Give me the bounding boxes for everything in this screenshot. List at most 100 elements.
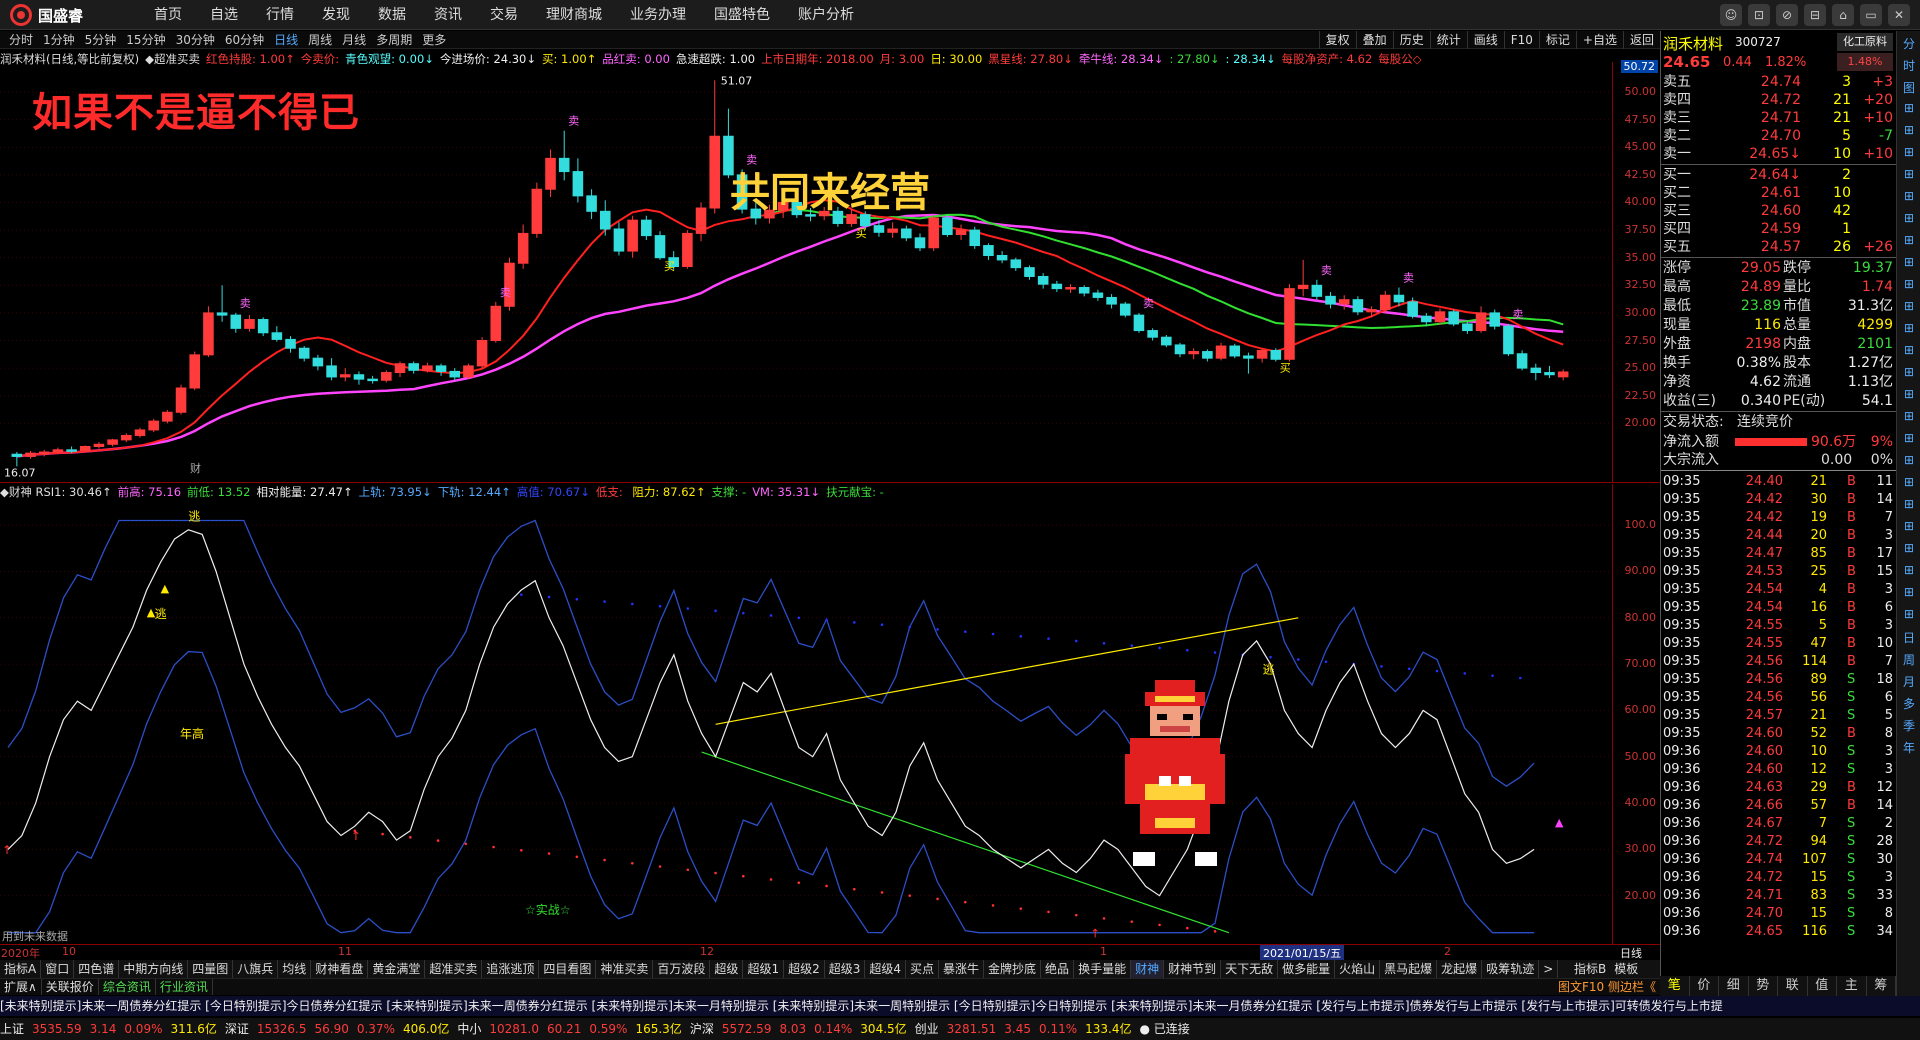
side-strip-button[interactable]: 年 — [1899, 739, 1919, 757]
indicator-tab[interactable]: 财神 — [1131, 960, 1165, 978]
period-tab[interactable]: 60分钟 — [220, 31, 269, 49]
indicator-tab[interactable]: 吸筹轨迹 — [1482, 960, 1540, 978]
window-control-icon[interactable]: ☺ — [1720, 4, 1742, 26]
side-strip-button[interactable]: ⊞ — [1899, 365, 1919, 383]
app-logo[interactable]: 国盛睿 — [10, 4, 83, 26]
indicator-tab[interactable]: 超级4 — [865, 960, 906, 978]
toolbar-button[interactable]: 历史 — [1392, 31, 1430, 49]
indicator-tab[interactable]: 指标B — [1570, 960, 1610, 978]
toolbar-button[interactable]: +自选 — [1575, 31, 1623, 49]
detail-tab[interactable]: 主 — [1837, 976, 1867, 996]
toolbar-button[interactable]: 画线 — [1466, 31, 1504, 49]
window-control-icon[interactable]: ✕ — [1888, 4, 1910, 26]
indicator-tab[interactable]: 财神节到 — [1164, 960, 1222, 978]
rsi-chart[interactable]: 逃逃逃年高☆实战☆用到未来数据▲▲▲↑↑↑▲ — [0, 484, 1612, 944]
menu-item[interactable]: 资讯 — [420, 0, 476, 30]
indicator-tab[interactable]: 超准买卖 — [425, 960, 483, 978]
side-strip-button[interactable]: ⊞ — [1899, 123, 1919, 141]
detail-tab[interactable]: 笔 — [1660, 976, 1690, 996]
period-tab[interactable]: 5分钟 — [80, 31, 122, 49]
side-strip-button[interactable]: 图 — [1899, 79, 1919, 97]
indicator-tab[interactable]: 指标A — [0, 960, 42, 978]
indicator-tab[interactable]: 均线 — [278, 960, 312, 978]
menu-item[interactable]: 账户分析 — [784, 0, 868, 30]
side-strip-button[interactable]: 周 — [1899, 651, 1919, 669]
period-tab[interactable]: 30分钟 — [171, 31, 220, 49]
side-strip-button[interactable]: ⊞ — [1899, 409, 1919, 427]
indicator-tab[interactable]: 火焰山 — [1335, 960, 1381, 978]
indicator-tab[interactable]: 黑马起爆 — [1380, 960, 1438, 978]
toolbar-button[interactable]: F10 — [1503, 31, 1539, 49]
side-strip-button[interactable]: ⊞ — [1899, 519, 1919, 537]
detail-tab[interactable]: 价 — [1690, 976, 1719, 996]
indicator-tab[interactable]: 百万波段 — [653, 960, 711, 978]
period-tab[interactable]: 日线 — [269, 31, 303, 49]
period-tab[interactable]: 更多 — [417, 31, 451, 49]
window-control-icon[interactable]: ⊟ — [1804, 4, 1826, 26]
date-axis-period[interactable]: 日线 — [1620, 945, 1642, 961]
period-tab[interactable]: 多周期 — [371, 31, 417, 49]
period-tab[interactable]: 周线 — [303, 31, 337, 49]
news-ticker[interactable]: [未来特别提示]未来一周债券分红提示 [今日特别提示]今日债券分红提示 [未来特… — [0, 996, 1920, 1016]
side-strip-button[interactable]: ⊞ — [1899, 563, 1919, 581]
detail-tab[interactable]: 筹 — [1867, 976, 1896, 996]
side-strip-button[interactable]: ⊞ — [1899, 497, 1919, 515]
window-control-icon[interactable]: ⌂ — [1832, 4, 1854, 26]
detail-tab[interactable]: 细 — [1719, 976, 1749, 996]
menu-item[interactable]: 理财商城 — [532, 0, 616, 30]
side-strip-button[interactable]: ⊞ — [1899, 475, 1919, 493]
toolbar-button[interactable]: 标记 — [1538, 31, 1576, 49]
menu-item[interactable]: 交易 — [476, 0, 532, 30]
detail-tab[interactable]: 联 — [1778, 976, 1808, 996]
side-strip-button[interactable]: ⊞ — [1899, 255, 1919, 273]
menu-item[interactable]: 发现 — [308, 0, 364, 30]
indicator-tab[interactable]: 超级 — [710, 960, 744, 978]
indicator-tab[interactable]: 财神看盘 — [311, 960, 369, 978]
side-strip-button[interactable]: ⊞ — [1899, 431, 1919, 449]
sub-tab[interactable]: 扩展∧ — [0, 979, 42, 995]
indicator-tab[interactable]: 四量图 — [188, 960, 234, 978]
indicator-tab[interactable]: 黄金满堂 — [368, 960, 426, 978]
detail-tab[interactable]: 值 — [1808, 976, 1837, 996]
side-strip-button[interactable]: ⊞ — [1899, 277, 1919, 295]
menu-item[interactable]: 自选 — [196, 0, 252, 30]
side-strip-button[interactable]: ⊞ — [1899, 299, 1919, 317]
period-tab[interactable]: 1分钟 — [38, 31, 80, 49]
side-strip-button[interactable]: 月 — [1899, 673, 1919, 691]
detail-tab[interactable]: 势 — [1749, 976, 1778, 996]
menu-item[interactable]: 国盛特色 — [700, 0, 784, 30]
indicator-tab[interactable]: 绝品 — [1041, 960, 1075, 978]
indicator-tab[interactable]: > — [1539, 960, 1559, 978]
sidebar-toggle[interactable]: 图文F10 侧边栏《 — [1558, 979, 1656, 996]
indicator-tab[interactable]: 买点 — [906, 960, 940, 978]
side-strip-button[interactable]: ⊞ — [1899, 233, 1919, 251]
indicator-tab[interactable]: 四目看图 — [539, 960, 597, 978]
indicator-tab[interactable]: 四色谱 — [74, 960, 120, 978]
menu-item[interactable]: 首页 — [140, 0, 196, 30]
side-strip-button[interactable]: ⊞ — [1899, 585, 1919, 603]
menu-item[interactable]: 业务办理 — [616, 0, 700, 30]
menu-item[interactable]: 数据 — [364, 0, 420, 30]
indicator-tab[interactable]: 神准买卖 — [596, 960, 654, 978]
window-control-icon[interactable]: ▭ — [1860, 4, 1882, 26]
side-strip-button[interactable]: ⊞ — [1899, 101, 1919, 119]
side-strip-button[interactable]: 时 — [1899, 57, 1919, 75]
period-tab[interactable]: 分时 — [4, 31, 38, 49]
side-strip-button[interactable]: 日 — [1899, 629, 1919, 647]
period-tab[interactable]: 月线 — [337, 31, 371, 49]
sub-tab[interactable]: 综合资讯 — [99, 979, 156, 995]
side-strip-button[interactable]: ⊞ — [1899, 167, 1919, 185]
indicator-tab[interactable]: 窗口 — [41, 960, 75, 978]
side-strip-button[interactable]: ⊞ — [1899, 189, 1919, 207]
toolbar-button[interactable]: 返回 — [1622, 31, 1660, 49]
indicator-tab[interactable]: 天下无敌 — [1221, 960, 1279, 978]
indicator-tab[interactable]: 做多能量 — [1278, 960, 1336, 978]
side-strip-button[interactable]: ⊞ — [1899, 211, 1919, 229]
industry-button[interactable]: 化工原料 — [1837, 33, 1893, 51]
indicator-tab[interactable]: 暴涨牛 — [939, 960, 985, 978]
indicator-tab[interactable]: 超级3 — [825, 960, 866, 978]
side-strip-button[interactable]: 季 — [1899, 717, 1919, 735]
side-strip-button[interactable]: ⊞ — [1899, 453, 1919, 471]
side-strip-button[interactable]: 多 — [1899, 695, 1919, 713]
indicator-tab[interactable]: 超级2 — [784, 960, 825, 978]
